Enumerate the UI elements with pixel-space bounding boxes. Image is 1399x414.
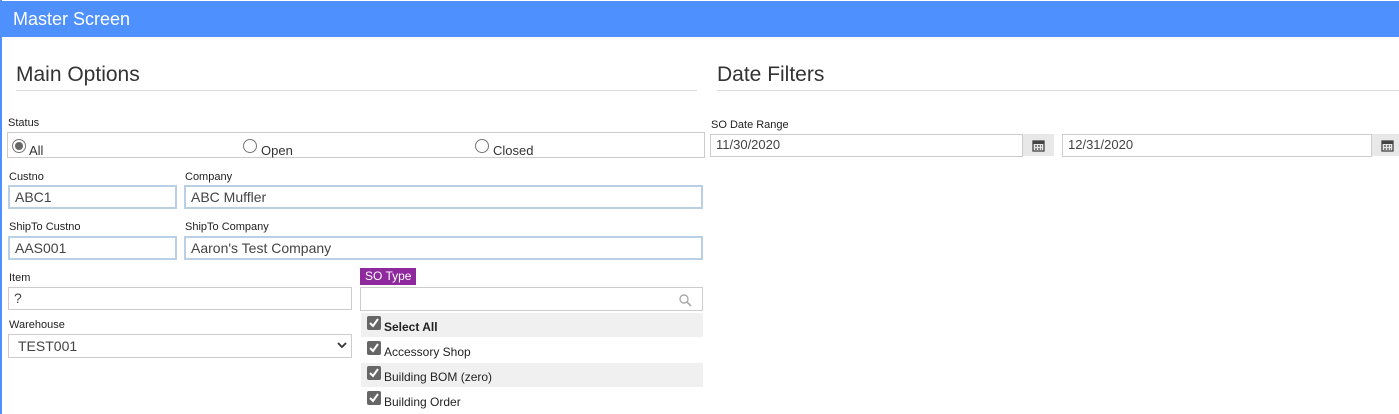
item-label: Item <box>9 272 31 284</box>
window-title: Master Screen <box>13 9 131 29</box>
item-input[interactable]: ? <box>8 287 352 310</box>
company-input[interactable]: ABC Muffler <box>184 185 703 209</box>
select-all-label: Select All <box>384 320 438 334</box>
so-type-option-building-order[interactable]: Building Order <box>361 388 703 412</box>
warehouse-select-value: TEST001 <box>18 338 78 354</box>
accessory-shop-label: Accessory Shop <box>384 345 471 359</box>
shipto-custno-label: ShipTo Custno <box>9 221 81 233</box>
status-radio-closed-label[interactable]: Closed <box>493 143 533 158</box>
shipto-custno-input[interactable]: AAS001 <box>8 236 177 260</box>
check-icon <box>369 318 379 328</box>
so-date-end-input[interactable]: 12/31/2020 <box>1062 134 1372 157</box>
calendar-icon <box>1032 140 1045 152</box>
so-date-start-input[interactable]: 11/30/2020 <box>710 134 1023 157</box>
so-type-option-select-all[interactable]: Select All <box>361 313 703 337</box>
date-filters-divider <box>717 90 1399 91</box>
so-date-start-calendar-button[interactable] <box>1023 134 1054 156</box>
status-radio-open-label[interactable]: Open <box>261 143 293 158</box>
search-icon <box>679 294 692 307</box>
building-order-checkbox[interactable] <box>367 391 381 405</box>
chevron-down-icon <box>337 342 347 349</box>
status-radio-all-label[interactable]: All <box>29 143 43 158</box>
status-radio-all[interactable] <box>12 139 26 153</box>
status-radio-closed[interactable] <box>475 139 489 153</box>
warehouse-label: Warehouse <box>9 319 65 331</box>
select-all-checkbox[interactable] <box>367 316 381 330</box>
window-left-border <box>0 0 2 414</box>
so-type-label: SO Type <box>360 268 417 285</box>
radio-selected-dot <box>15 142 23 150</box>
status-radio-open[interactable] <box>243 139 257 153</box>
building-order-label: Building Order <box>384 395 461 409</box>
so-type-search-input[interactable] <box>360 287 703 311</box>
date-filters-heading: Date Filters <box>717 63 825 86</box>
main-options-heading: Main Options <box>16 63 140 86</box>
warehouse-select[interactable]: TEST001 <box>8 334 352 358</box>
shipto-company-input[interactable]: Aaron's Test Company <box>184 236 703 260</box>
calendar-icon <box>1381 140 1394 152</box>
building-bom-label: Building BOM (zero) <box>384 370 493 384</box>
title-bar: Master Screen <box>2 1 1399 37</box>
custno-input[interactable]: ABC1 <box>8 185 177 209</box>
status-label: Status <box>8 117 40 129</box>
check-icon <box>369 393 379 403</box>
company-label: Company <box>185 171 233 183</box>
accessory-shop-checkbox[interactable] <box>367 341 381 355</box>
so-type-option-building-bom[interactable]: Building BOM (zero) <box>361 363 703 387</box>
custno-label: Custno <box>9 171 44 183</box>
status-radio-group: All Open Closed <box>7 132 705 158</box>
shipto-company-label: ShipTo Company <box>185 221 269 233</box>
so-type-option-accessory-shop[interactable]: Accessory Shop <box>361 338 703 362</box>
building-bom-checkbox[interactable] <box>367 366 381 380</box>
check-icon <box>369 343 379 353</box>
so-date-range-label: SO Date Range <box>711 119 789 131</box>
main-options-divider <box>16 90 697 91</box>
check-icon <box>369 368 379 378</box>
so-date-end-calendar-button[interactable] <box>1372 134 1399 156</box>
